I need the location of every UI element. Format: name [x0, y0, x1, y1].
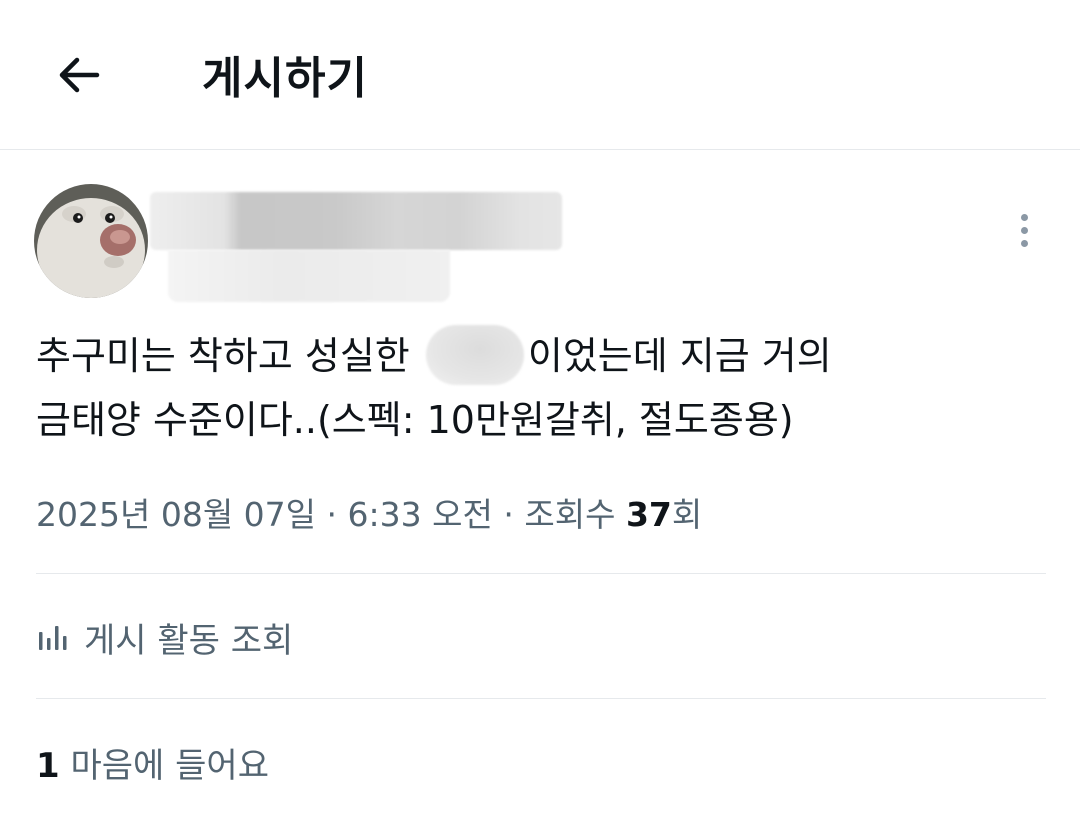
top-bar: 게시하기	[0, 0, 1080, 150]
views-count: 37	[625, 495, 672, 534]
post-meta: 2025년 08월 07일 · 6:33 오전 · 조회수 37회	[36, 488, 702, 536]
likes-label: 마음에 들어요	[70, 746, 269, 786]
more-button[interactable]	[1004, 206, 1044, 254]
post-activity-link[interactable]: 게시 활동 조회	[36, 612, 293, 662]
post-text-line-2: 금태양 수준이다..(스펙: 10만원갈취, 절도종용)	[36, 398, 794, 442]
post-text: 추구미는 착하고 성실한 이었는데 지금 거의 금태양 수준이다..(스펙: 1…	[36, 324, 1046, 452]
page-title: 게시하기	[202, 53, 368, 104]
meta-separator: ·	[326, 495, 338, 534]
post-activity-label: 게시 활동 조회	[84, 620, 294, 661]
meta-separator: ·	[503, 495, 514, 534]
post-text-line-1: 추구미는 착하고 성실한 이었는데 지금 거의	[36, 324, 1046, 388]
redacted-word	[425, 325, 524, 385]
bar-chart-icon	[39, 626, 67, 650]
hamster-avatar	[34, 184, 148, 298]
back-button[interactable]	[52, 48, 106, 102]
post-time[interactable]: 6:33 오전	[348, 495, 493, 534]
views-suffix: 회	[671, 495, 703, 534]
likes-count: 1	[36, 746, 60, 786]
post-date[interactable]: 2025년 08월 07일	[36, 495, 316, 534]
divider	[36, 573, 1046, 574]
divider	[36, 698, 1046, 699]
views-label: 조회수	[524, 495, 616, 534]
redacted-display-name	[150, 192, 562, 250]
redacted-username	[168, 250, 450, 302]
arrow-left-icon	[59, 57, 100, 93]
likes-count-link[interactable]: 1 마음에 들어요	[36, 738, 269, 787]
more-vertical-icon	[1020, 213, 1028, 221]
avatar[interactable]	[34, 184, 148, 298]
